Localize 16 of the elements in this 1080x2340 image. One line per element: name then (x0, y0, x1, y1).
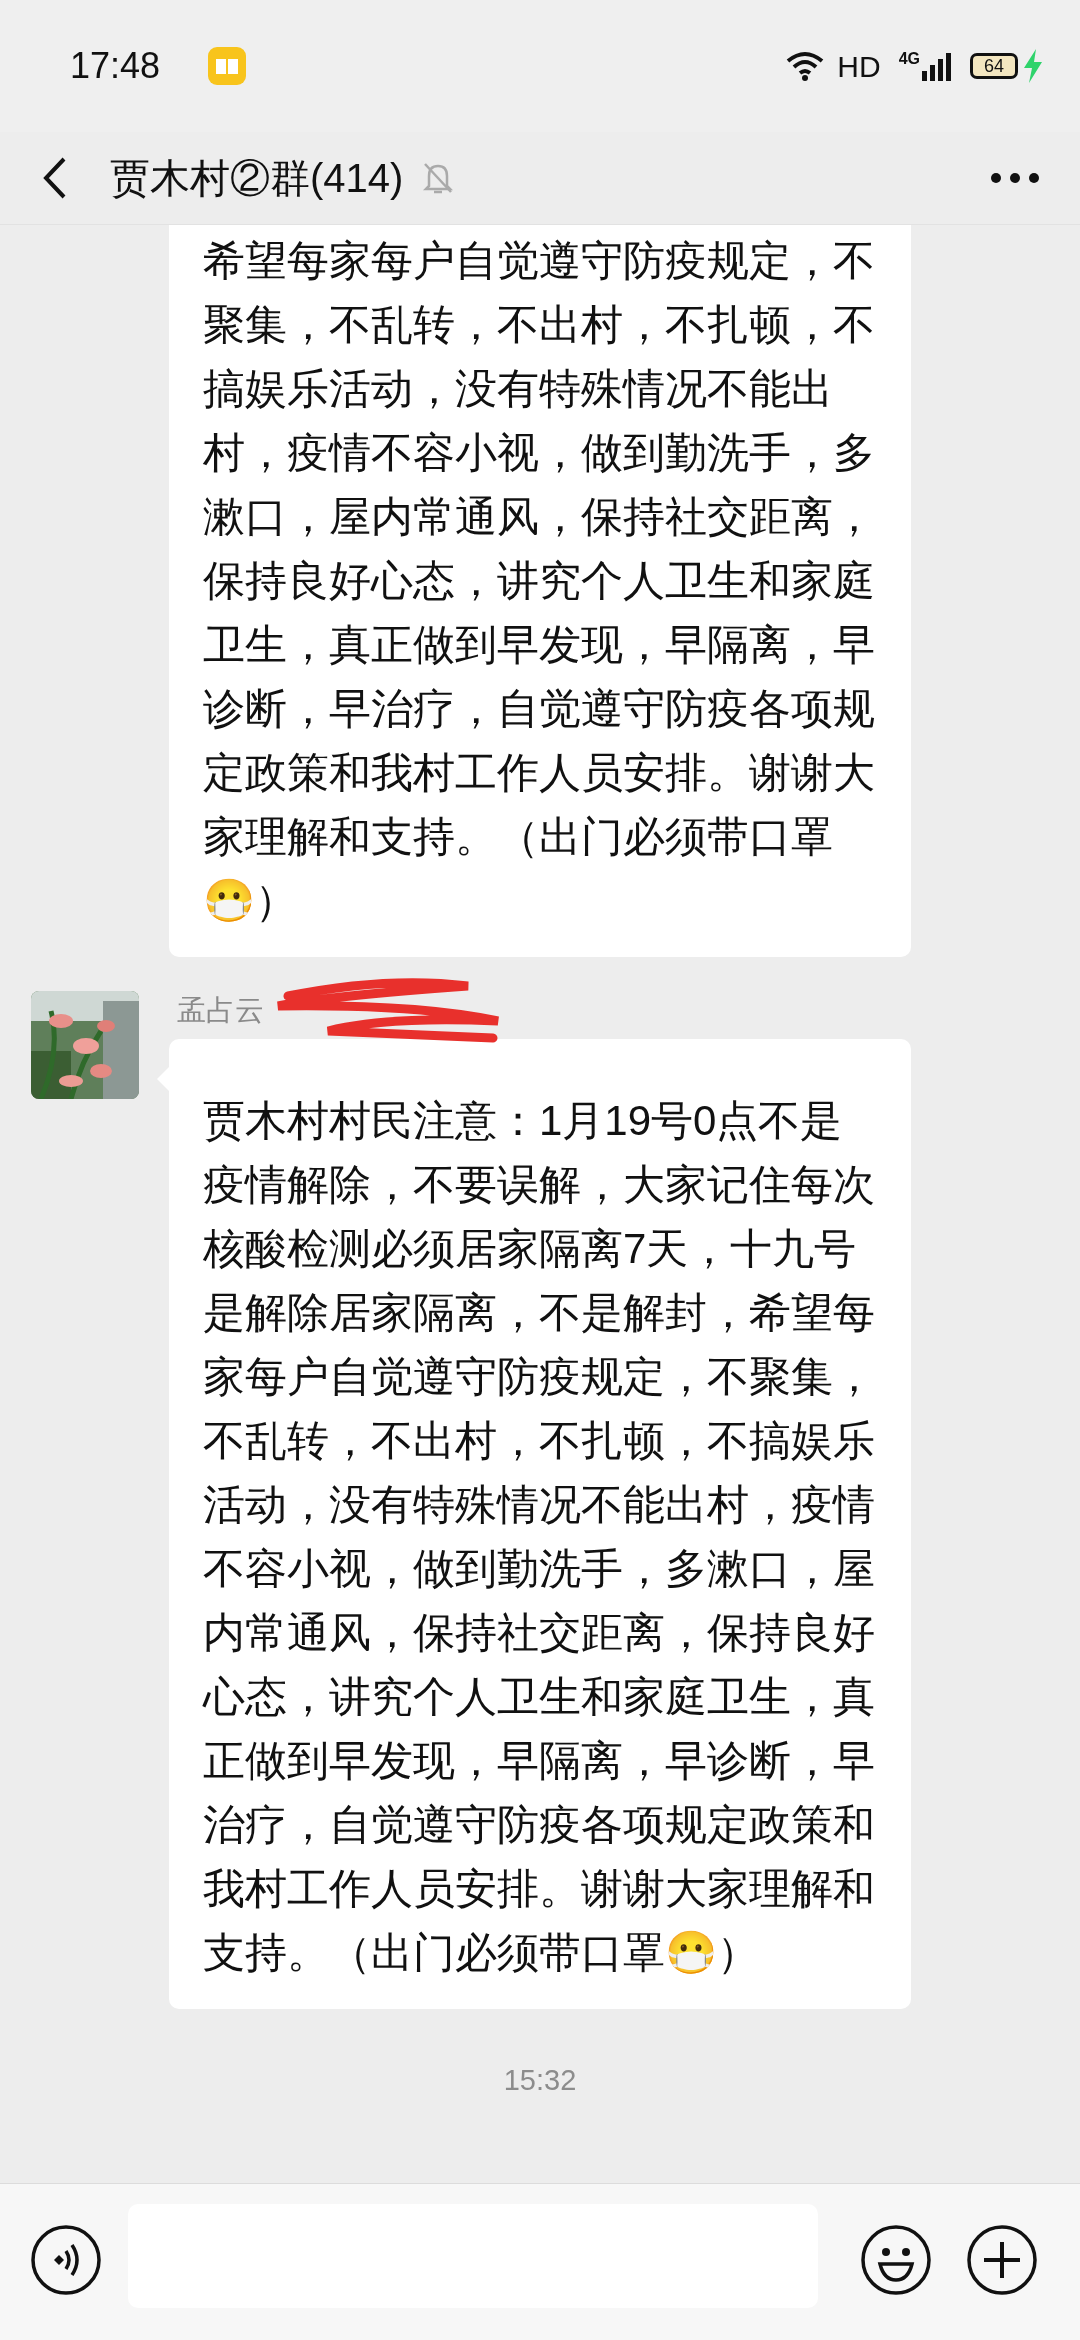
plus-icon[interactable] (966, 2224, 1038, 2296)
sender-name: 孟占云 (177, 993, 264, 1029)
voice-icon[interactable] (30, 2224, 102, 2296)
network-type: 4G (898, 51, 920, 67)
more-icon[interactable] (990, 172, 1040, 184)
message-text: 贾木村村民注意：1月19号0点不是疫情解除，不要误解，大家记住每次核酸检测必须居家隔离7天，十九号是解除居家隔离，不是解封，希望每家每户自觉遵守防疫规定，不聚集，不乱转，不出村，不扎顿，不搞娱乐活动，没有特殊情况不能出村，疫情不容小视，做到勤洗手，多漱口，屋内常通风，保持社交距离，保持良好心态，讲究个人卫生和家庭卫生，真正做到早发现，早隔离，早诊断，早治疗，自觉遵守防疫各项规定政策和我村工作人员安排。谢谢大家理解和支持。（出门必须带口罩😷） (203, 1096, 876, 1978)
emoji-icon[interactable] (860, 2224, 932, 2296)
message-text: 希望每家每户自觉遵守防疫规定，不聚集，不乱转，不出村，不扎顿，不搞娱乐活动，没有特殊情况不能出村，疫情不容小视，做到勤洗手，多漱口，屋内常通风，保持社交距离，保持良好心态，讲究个人卫生和家庭卫生，真正做到早发现，早隔离，早诊断，早治疗，自觉遵守防疫各项规定政策和我村工作人员安排。谢谢大家理解和支持。（出门必须带口罩😷） (203, 236, 876, 926)
status-time: 17:48 (70, 44, 161, 88)
wifi-icon (785, 50, 826, 82)
battery-icon: 64 (970, 53, 1018, 79)
hd-indicator: HD (837, 48, 881, 85)
book-app-icon (208, 47, 247, 85)
timestamp: 15:32 (503, 2063, 577, 2098)
signal-icon (922, 51, 952, 81)
chat-title: 贾木村②群(414) (110, 155, 404, 202)
